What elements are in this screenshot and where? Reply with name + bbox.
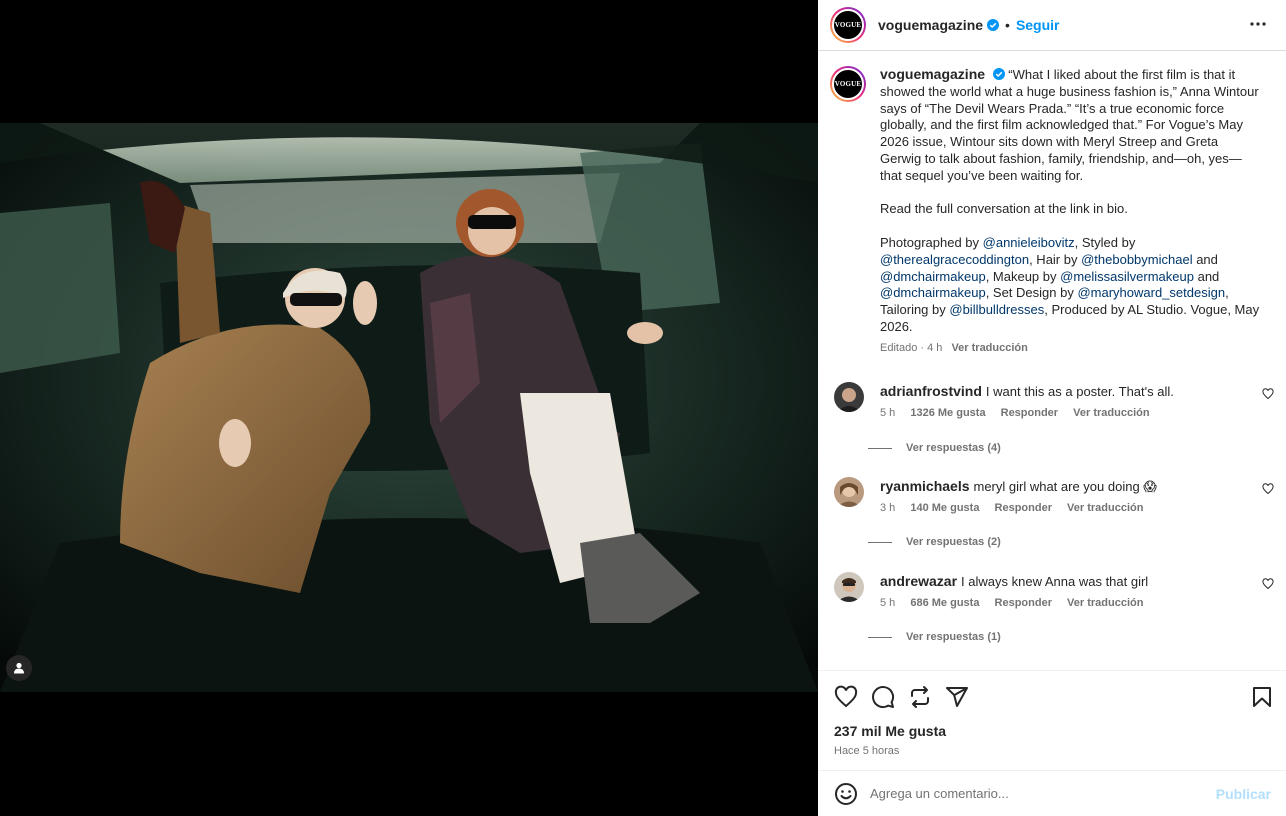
translate-button[interactable]: Ver traducción	[951, 342, 1027, 354]
comment-item: andrewazar I always knew Anna was that gi…	[834, 572, 1274, 609]
mention-link[interactable]: @billbulldresses	[949, 302, 1044, 317]
commenter-username[interactable]: ryanmichaels	[880, 478, 970, 494]
caption-meta: Editado · 4 h Ver traducción	[880, 340, 1260, 357]
mention-link[interactable]: @annieleibovitz	[983, 235, 1075, 250]
caption-username[interactable]: voguemagazine	[880, 66, 985, 82]
author-username[interactable]: voguemagazine	[878, 17, 983, 33]
reply-button[interactable]: Responder	[1001, 407, 1058, 419]
comment-like-heart-icon[interactable]	[1262, 388, 1274, 400]
credits-text: and	[1193, 268, 1220, 284]
commenter-avatar[interactable]	[834, 477, 864, 507]
comment-time: 5 h	[880, 597, 896, 609]
mention-link[interactable]: @dmchairmakeup	[880, 269, 986, 284]
view-replies-button[interactable]: Ver respuestas (4)	[868, 442, 1001, 454]
comment-text: I always knew Anna was that girl	[961, 574, 1149, 589]
follow-button[interactable]: Seguir	[1016, 17, 1060, 33]
caption-time: Editado · 4 h	[880, 341, 943, 354]
view-replies-button[interactable]: Ver respuestas (1)	[868, 631, 1001, 643]
comment-icon[interactable]	[871, 685, 895, 709]
caption-credits: Photographed by @annieleibovitz, Styled …	[880, 235, 1260, 336]
comment-item: adrianfrostvind I want this as a poster. …	[834, 382, 1274, 419]
replies-line	[868, 447, 892, 449]
commenter-username[interactable]: adrianfrostvind	[880, 383, 982, 399]
reply-button[interactable]: Responder	[995, 502, 1052, 514]
separator-dot: •	[1005, 17, 1010, 33]
post-caption: VOGUE voguemagazine “What I liked about …	[830, 66, 1276, 357]
vogue-logo: VOGUE	[834, 21, 862, 29]
comment-text: meryl girl what are you doing 😱	[973, 479, 1157, 494]
comment-likes[interactable]: 686 Me gusta	[910, 597, 979, 609]
comment-like-heart-icon[interactable]	[1262, 483, 1274, 495]
mention-link[interactable]: @melissasilvermakeup	[1060, 269, 1194, 284]
verified-badge-icon	[987, 19, 1000, 31]
view-replies-label: Ver respuestas (1)	[906, 631, 1001, 643]
credits-text: , Makeup by	[985, 268, 1061, 284]
reply-button[interactable]: Responder	[995, 597, 1052, 609]
mention-link[interactable]: @maryhoward_setdesign	[1077, 285, 1225, 300]
credits-text: and	[1192, 251, 1218, 267]
commenter-avatar[interactable]	[834, 572, 864, 602]
comment-likes[interactable]: 1326 Me gusta	[910, 407, 985, 419]
credits-text: , Hair by	[1029, 251, 1082, 267]
credits-text: , Styled by	[1074, 234, 1136, 250]
comment-text: I want this as a poster. That's all.	[985, 384, 1174, 399]
post-time: Hace 5 horas	[834, 745, 900, 757]
comment-meta: 3 h 140 Me gusta Responder Ver traducció…	[880, 502, 1250, 514]
comment-likes[interactable]: 140 Me gusta	[910, 502, 979, 514]
caption-paragraph-1: “What I liked about the first film is th…	[880, 67, 1259, 183]
commenter-avatar[interactable]	[834, 382, 864, 412]
caption-avatar[interactable]: VOGUE	[830, 66, 866, 102]
vogue-logo: VOGUE	[834, 80, 862, 88]
comments-scroll-area[interactable]: VOGUE voguemagazine “What I liked about …	[818, 52, 1286, 669]
repost-icon[interactable]	[908, 685, 932, 709]
limousine-photo	[0, 123, 818, 692]
person-tag-icon	[14, 662, 24, 674]
publish-button[interactable]: Publicar	[1216, 786, 1271, 802]
heart-icon[interactable]	[834, 685, 858, 709]
comment-meta: 5 h 1326 Me gusta Responder Ver traducci…	[880, 407, 1250, 419]
post-header: VOGUE voguemagazine • Seguir	[818, 0, 1286, 51]
verified-badge-icon	[992, 68, 1005, 80]
comment-meta: 5 h 686 Me gusta Responder Ver traducció…	[880, 597, 1250, 609]
post-panel: VOGUE voguemagazine • Seguir VOGUE vogue…	[818, 0, 1286, 816]
comment-like-heart-icon[interactable]	[1262, 578, 1274, 590]
bookmark-icon[interactable]	[1250, 685, 1274, 709]
media-area	[0, 0, 818, 816]
credits-text: , Set Design by	[985, 285, 1078, 301]
caption-text: voguemagazine “What I liked about the fi…	[880, 66, 1260, 357]
mention-link[interactable]: @dmchairmakeup	[880, 285, 986, 300]
comment-item: ryanmichaels meryl girl what are you doin…	[834, 477, 1274, 514]
caption-paragraph-2: Read the full conversation at the link i…	[880, 201, 1128, 217]
mention-link[interactable]: @thebobbymichael	[1081, 252, 1192, 267]
tagged-people-button[interactable]	[6, 655, 32, 681]
credits-text: Photographed by	[880, 234, 983, 250]
comment-time: 5 h	[880, 407, 896, 419]
replies-line	[868, 541, 892, 543]
translate-button[interactable]: Ver traducción	[1067, 597, 1143, 609]
comment-time: 3 h	[880, 502, 896, 514]
author-avatar[interactable]: VOGUE	[830, 7, 866, 43]
view-replies-label: Ver respuestas (4)	[906, 442, 1001, 454]
likes-count[interactable]: 237 mil Me gusta	[834, 723, 946, 739]
translate-button[interactable]: Ver traducción	[1067, 502, 1143, 514]
view-replies-button[interactable]: Ver respuestas (2)	[868, 536, 1001, 548]
commenter-username[interactable]: andrewazar	[880, 573, 957, 589]
replies-line	[868, 636, 892, 638]
translate-button[interactable]: Ver traducción	[1073, 407, 1149, 419]
comment-input[interactable]: Agrega un comentario...	[870, 786, 1216, 801]
comment-composer: Agrega un comentario... Publicar	[818, 770, 1286, 816]
share-icon[interactable]	[945, 685, 969, 709]
more-options-icon[interactable]	[1248, 14, 1268, 34]
post-photo[interactable]	[0, 123, 818, 692]
mention-link[interactable]: @therealgracecoddington	[880, 252, 1029, 267]
emoji-icon[interactable]	[834, 782, 858, 806]
view-replies-label: Ver respuestas (2)	[906, 536, 1001, 548]
post-actions: 237 mil Me gusta Hace 5 horas	[818, 670, 1286, 770]
